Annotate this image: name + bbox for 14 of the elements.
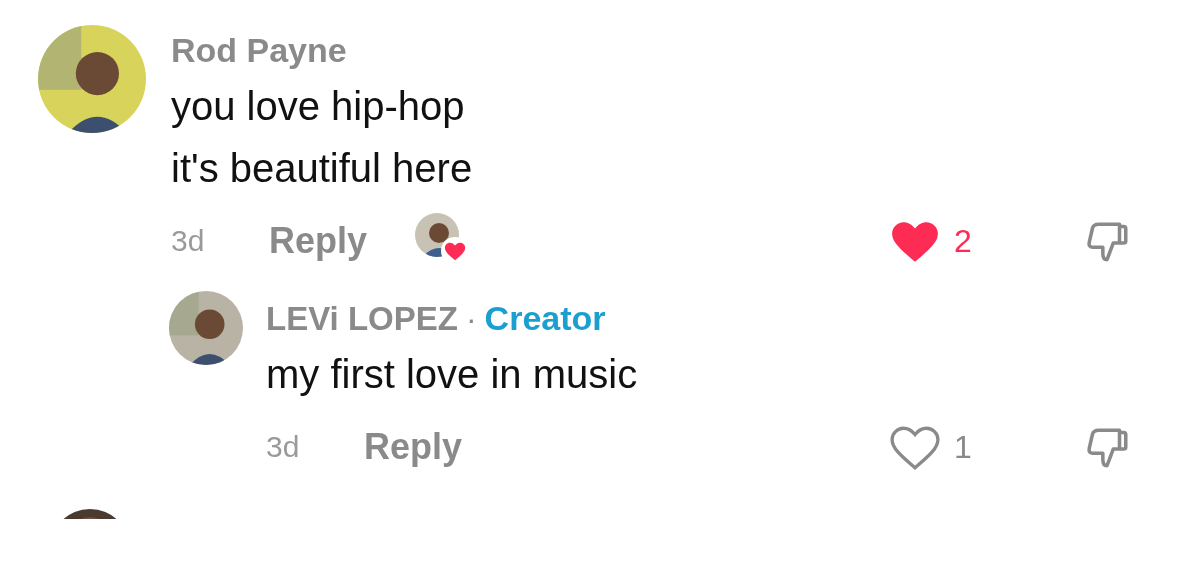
comment-time: 3d [266, 430, 301, 464]
like-count: 2 [954, 222, 972, 260]
comment-text: my first love in music [266, 351, 639, 398]
reply-button[interactable]: Reply [269, 220, 368, 262]
reply-button[interactable]: Reply [364, 426, 463, 468]
heart-icon[interactable] [890, 424, 940, 470]
like-count: 1 [954, 428, 972, 466]
comment-text: it's beautiful here [171, 145, 474, 192]
comment-author[interactable]: LEVi LOPEZ [266, 300, 458, 338]
separator: · [465, 301, 477, 338]
comment-author[interactable]: Rod Payne [171, 31, 347, 70]
comment-time: 3d [171, 224, 206, 258]
creator-label: Creator [484, 299, 606, 338]
comment-text: you love hip-hop [171, 83, 466, 130]
